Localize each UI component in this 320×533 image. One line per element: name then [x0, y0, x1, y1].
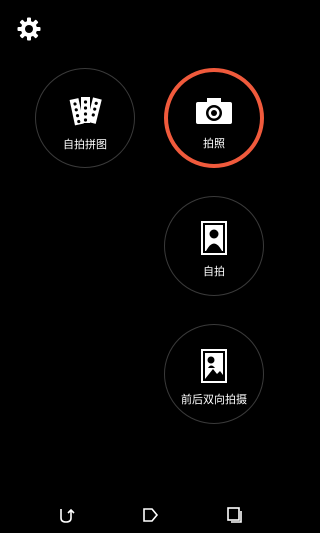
gear-icon [17, 17, 41, 41]
mode-selfie-button[interactable]: 自拍 [164, 196, 264, 296]
camera-mode-screen: 自拍拼图 拍照 自拍 前后双向拍摄 [0, 0, 300, 533]
mode-collage-button[interactable]: 自拍拼图 [35, 68, 135, 168]
recents-icon [227, 507, 242, 523]
mode-photo-label: 拍照 [203, 137, 225, 150]
mode-photo-button[interactable]: 拍照 [164, 68, 264, 168]
nav-recents-button[interactable] [224, 505, 244, 525]
mode-dual-label: 前后双向拍摄 [181, 393, 247, 406]
settings-button[interactable] [16, 16, 42, 42]
portrait-icon [201, 221, 227, 255]
camera-icon [196, 98, 232, 124]
mode-dual-button[interactable]: 前后双向拍摄 [164, 324, 264, 424]
nav-back-button[interactable] [56, 505, 76, 525]
dual-capture-icon [201, 349, 227, 383]
navigation-bar [0, 497, 300, 533]
home-icon [143, 508, 159, 522]
collage-icon [69, 97, 102, 126]
nav-home-button[interactable] [140, 505, 160, 525]
back-icon [60, 508, 75, 523]
mode-selfie-label: 自拍 [203, 265, 225, 278]
mode-collage-label: 自拍拼图 [63, 138, 107, 151]
